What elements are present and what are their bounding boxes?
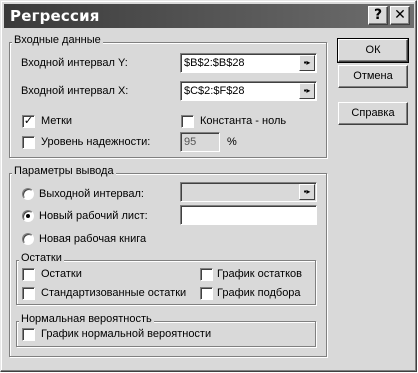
ok-button[interactable]: ОК: [337, 38, 409, 63]
constant-zero-checkbox[interactable]: [181, 115, 194, 128]
x-range-label: Входной интервал X:: [21, 85, 129, 97]
close-icon: ✕: [394, 7, 406, 23]
regression-dialog: Регрессия ? ✕ ОК Отмена Справка Входные …: [0, 0, 417, 372]
line-fit-plots-checkbox[interactable]: [200, 287, 213, 300]
x-range-input[interactable]: $C$2:$F$28 ▪▸: [180, 81, 317, 101]
x-range-value: $C$2:$F$28: [184, 85, 245, 97]
close-button[interactable]: ✕: [390, 6, 410, 25]
cancel-button-label: Отмена: [353, 70, 393, 82]
check-mark-icon: ✓: [23, 115, 34, 127]
labels-checkbox[interactable]: ✓: [22, 115, 35, 128]
normal-probability-label: График нормальной вероятности: [41, 328, 212, 340]
dialog-title: Регрессия: [10, 7, 100, 25]
output-range-radio[interactable]: [22, 188, 34, 200]
y-range-value: $B$2:$B$28: [184, 57, 245, 69]
output-range-input[interactable]: ▪▸: [180, 182, 317, 202]
residuals-label: Остатки: [41, 268, 82, 280]
residuals-legend: Остатки: [19, 252, 64, 264]
confidence-label: Уровень надежности:: [41, 136, 151, 148]
confidence-input[interactable]: 95: [180, 132, 220, 152]
new-worksheet-label: Новый рабочий лист:: [39, 210, 148, 222]
standardized-residuals-label: Стандартизованные остатки: [41, 287, 187, 299]
collapse-dialog-icon[interactable]: ▪▸: [299, 184, 315, 200]
new-worksheet-radio[interactable]: [22, 210, 34, 222]
standardized-residuals-checkbox[interactable]: [22, 287, 35, 300]
radio-selected-dot: [26, 214, 30, 218]
confidence-unit: %: [227, 136, 237, 148]
help-button-label: Справка: [351, 107, 395, 119]
collapse-dialog-icon[interactable]: ▪▸: [299, 83, 315, 99]
line-fit-plots-label: График подбора: [217, 287, 301, 299]
new-workbook-radio[interactable]: [22, 233, 34, 245]
output-options-legend: Параметры вывода: [12, 165, 116, 177]
ok-button-label: ОК: [365, 44, 381, 56]
residual-plots-label: График остатков: [217, 268, 302, 280]
collapse-dialog-icon[interactable]: ▪▸: [299, 55, 315, 71]
input-data-legend: Входные данные: [12, 34, 103, 46]
residuals-checkbox[interactable]: [22, 268, 35, 281]
normal-probability-legend: Нормальная вероятность: [19, 313, 154, 325]
title-bar[interactable]: Регрессия ? ✕: [4, 4, 414, 28]
constant-zero-label: Константа - ноль: [200, 115, 287, 127]
y-range-label: Входной интервал Y:: [21, 57, 128, 69]
output-range-label: Выходной интервал:: [39, 188, 144, 200]
labels-label: Метки: [41, 115, 73, 127]
confidence-value: 95: [184, 136, 197, 148]
new-worksheet-input[interactable]: [180, 205, 317, 225]
residual-plots-checkbox[interactable]: [200, 268, 213, 281]
question-icon: ?: [373, 7, 383, 23]
cancel-button[interactable]: Отмена: [338, 65, 408, 88]
new-workbook-label: Новая рабочая книга: [39, 233, 147, 245]
help-button[interactable]: Справка: [338, 102, 408, 125]
y-range-input[interactable]: $B$2:$B$28 ▪▸: [180, 53, 317, 73]
confidence-checkbox[interactable]: [22, 136, 35, 149]
help-question-button[interactable]: ?: [368, 6, 388, 25]
normal-probability-checkbox[interactable]: [22, 328, 35, 341]
